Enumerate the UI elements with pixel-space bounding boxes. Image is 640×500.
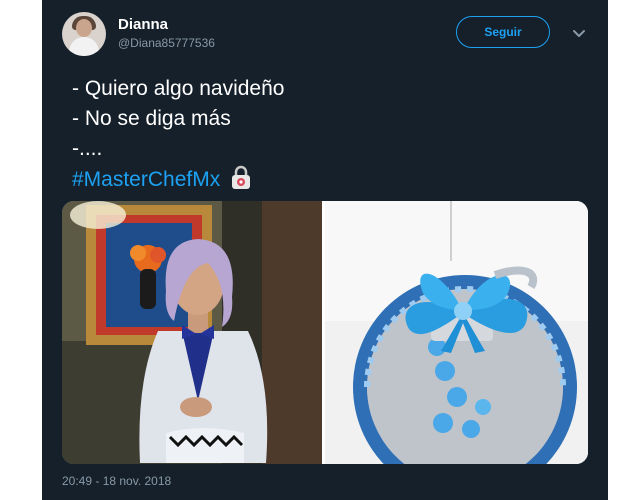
user-name[interactable]: Dianna: [118, 16, 168, 33]
user-handle[interactable]: @Diana85777536: [118, 36, 215, 50]
tweet-card: Dianna @Diana85777536 Seguir - Quiero al…: [42, 0, 608, 500]
media-grid[interactable]: [62, 201, 588, 464]
follow-button[interactable]: Seguir: [456, 16, 550, 48]
tweet-line: - Quiero algo navideño: [72, 77, 285, 100]
photo-woman-set[interactable]: [62, 201, 322, 464]
photo-ornament[interactable]: [325, 201, 588, 464]
tweet-header: Dianna @Diana85777536 Seguir: [62, 12, 588, 60]
hashtag-link[interactable]: #MasterChefMx: [72, 168, 220, 191]
chevron-down-icon[interactable]: [570, 24, 588, 42]
tweet-line: -....: [72, 137, 103, 160]
lock-icon: [232, 165, 251, 189]
tweet-line: - No se diga más: [72, 107, 231, 130]
tweet-text: - Quiero algo navideño - No se diga más …: [72, 74, 284, 195]
timestamp[interactable]: 20:49 - 18 nov. 2018: [62, 474, 171, 488]
avatar[interactable]: [62, 12, 106, 56]
